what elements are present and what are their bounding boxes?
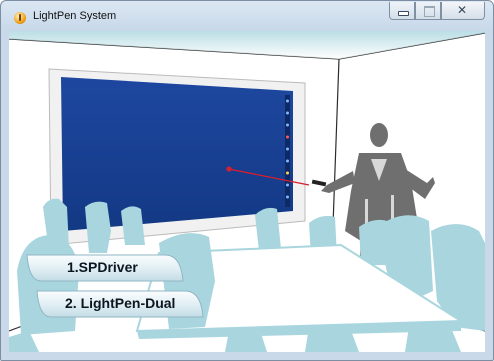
- spdriver-label: 1.SPDriver: [67, 259, 138, 275]
- screen-toolbar: [285, 95, 290, 207]
- lightpen-dual-label: 2. LightPen-Dual: [65, 295, 176, 311]
- maximize-button: [415, 2, 441, 20]
- app-window: LightPen System ✕ 1.SPDriver 2. LightPen…: [0, 0, 494, 361]
- close-icon: ✕: [457, 3, 468, 17]
- window-title: LightPen System: [33, 10, 117, 22]
- lightbulb-icon: [14, 12, 26, 24]
- ceiling: [9, 31, 485, 59]
- lightpen-dual-button[interactable]: 2. LightPen-Dual: [35, 289, 205, 319]
- minimize-icon: [398, 11, 409, 16]
- maximize-icon: [424, 6, 435, 17]
- title-bar[interactable]: LightPen System ✕: [1, 1, 493, 31]
- laser-dot: [226, 166, 232, 172]
- spdriver-button[interactable]: 1.SPDriver: [25, 253, 185, 283]
- close-button[interactable]: ✕: [441, 2, 485, 20]
- client-area: 1.SPDriver 2. LightPen-Dual: [9, 31, 485, 352]
- minimize-button[interactable]: [389, 2, 415, 20]
- window-controls: ✕: [389, 2, 485, 20]
